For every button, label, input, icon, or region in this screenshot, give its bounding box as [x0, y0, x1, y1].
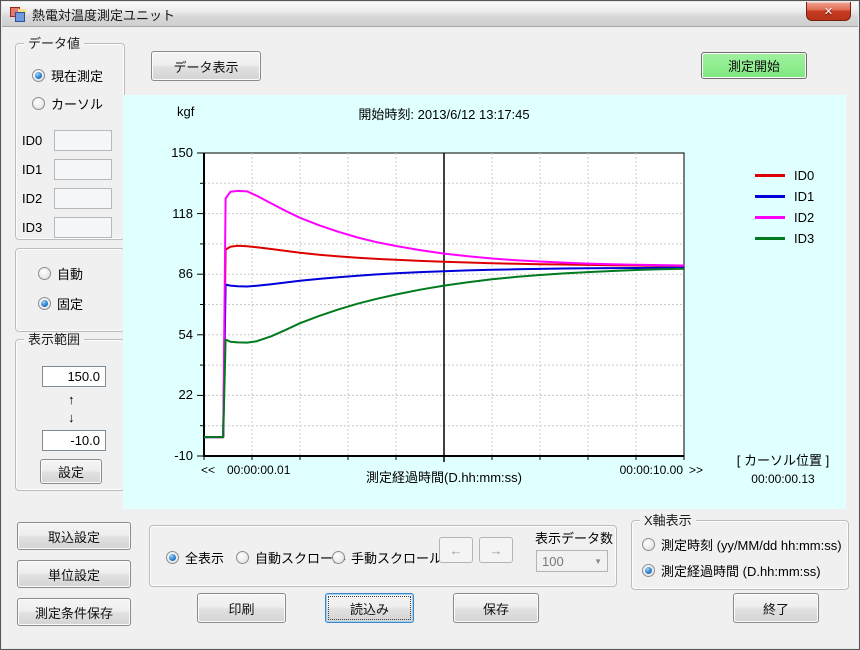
legend-swatch-id0	[755, 174, 785, 177]
legend-entry-id1: ID1	[755, 186, 814, 207]
title-bar[interactable]: 熱電対温度測定ユニット ✕	[2, 2, 858, 27]
radio-show-all[interactable]: 全表示	[166, 548, 224, 567]
y-axis-tick-label: 150	[151, 145, 193, 160]
data-count-dropdown[interactable]: 100 ▼	[536, 550, 608, 572]
id2-value-field[interactable]	[54, 188, 112, 209]
radio-manual-scroll[interactable]: 手動スクロール	[332, 548, 442, 567]
id1-label: ID1	[22, 162, 42, 177]
y-axis-tick-label: 118	[151, 206, 193, 221]
radio-fixed-scale[interactable]: 固定	[38, 294, 83, 313]
scroll-mode-group: 全表示 自動スクロール 手動スクロール ← → 表示データ数 100 ▼	[149, 525, 617, 587]
data-value-group-title: データ値	[24, 36, 84, 51]
close-icon: ✕	[824, 5, 833, 18]
legend-swatch-id1	[755, 195, 785, 198]
cursor-readout: [ カーソル位置 ] 00:00:00.13	[721, 450, 845, 486]
id3-label: ID3	[22, 220, 42, 235]
data-count-label: 表示データ数	[535, 528, 613, 547]
scroll-right-control[interactable]: >>	[689, 463, 703, 477]
radio-icon	[332, 551, 345, 564]
id1-value-field[interactable]	[54, 159, 112, 180]
radio-icon	[32, 69, 45, 82]
legend-swatch-id2	[755, 216, 785, 219]
print-button[interactable]: 印刷	[197, 593, 286, 623]
display-range-group: 表示範囲 150.0 ↑ ↓ -10.0 設定	[15, 339, 125, 491]
y-axis-tick-label: 22	[151, 387, 193, 402]
range-set-button[interactable]: 設定	[40, 459, 102, 484]
range-down-arrow: ↓	[68, 410, 75, 425]
exit-button[interactable]: 終了	[733, 593, 819, 623]
radio-current-measure[interactable]: 現在測定	[32, 66, 103, 85]
x-axis-display-group: X軸表示 測定時刻 (yy/MM/dd hh:mm:ss) 測定経過時間 (D.…	[631, 520, 849, 590]
unit-label: kgf	[177, 104, 194, 119]
save-conditions-button[interactable]: 測定条件保存	[17, 598, 131, 626]
radio-icon	[642, 538, 655, 551]
cursor-position-value: 00:00:00.13	[721, 472, 845, 486]
range-min-field[interactable]: -10.0	[42, 430, 106, 451]
data-value-group: データ値 現在測定 カーソル ID0 ID1 ID2 ID3	[15, 43, 125, 240]
window-title: 熱電対温度測定ユニット	[32, 5, 175, 24]
save-button[interactable]: 保存	[453, 593, 539, 623]
close-button[interactable]: ✕	[806, 2, 851, 21]
app-window: 熱電対温度測定ユニット ✕ データ表示 測定開始 データ値 現在測定 カーソル …	[0, 0, 860, 650]
id0-value-field[interactable]	[54, 130, 112, 151]
id3-value-field[interactable]	[54, 217, 112, 238]
unit-settings-button[interactable]: 単位設定	[17, 560, 131, 588]
radio-cursor[interactable]: カーソル	[32, 94, 103, 113]
measure-start-button[interactable]: 測定開始	[701, 52, 807, 79]
legend-entry-id2: ID2	[755, 207, 814, 228]
radio-icon	[38, 297, 51, 310]
scroll-right-button[interactable]: →	[479, 537, 513, 563]
radio-elapsed-time[interactable]: 測定経過時間 (D.hh:mm:ss)	[642, 561, 821, 580]
range-up-arrow: ↑	[68, 392, 75, 407]
measurement-chart[interactable]	[123, 95, 846, 509]
app-icon	[10, 7, 26, 21]
radio-auto-scale[interactable]: 自動	[38, 264, 83, 283]
legend-entry-id3: ID3	[755, 228, 814, 249]
x-axis-end-label: 00:00:10.00	[583, 463, 683, 477]
radio-measure-time[interactable]: 測定時刻 (yy/MM/dd hh:mm:ss)	[642, 535, 842, 554]
y-axis-tick-label: 54	[151, 327, 193, 342]
display-range-group-title: 表示範囲	[24, 332, 84, 347]
chart-legend: ID0 ID1 ID2 ID3	[755, 165, 814, 249]
cursor-position-caption: [ カーソル位置 ]	[721, 450, 845, 469]
y-axis-tick-label: -10	[151, 448, 193, 463]
id0-label: ID0	[22, 133, 42, 148]
id2-label: ID2	[22, 191, 42, 206]
load-button[interactable]: 読込み	[325, 593, 414, 623]
radio-icon	[236, 551, 249, 564]
legend-swatch-id3	[755, 237, 785, 240]
legend-entry-id0: ID0	[755, 165, 814, 186]
radio-icon	[32, 97, 45, 110]
radio-icon	[38, 267, 51, 280]
x-axis-display-group-title: X軸表示	[640, 513, 696, 528]
start-time-label: 開始時刻: 2013/6/12 13:17:45	[204, 104, 684, 123]
data-display-button[interactable]: データ表示	[151, 51, 261, 81]
y-axis-tick-label: 86	[151, 266, 193, 281]
radio-icon	[642, 564, 655, 577]
chevron-down-icon: ▼	[594, 557, 602, 566]
capture-settings-button[interactable]: 取込設定	[17, 522, 131, 550]
radio-auto-scroll[interactable]: 自動スクロール	[236, 548, 346, 567]
scale-mode-group: 自動 固定	[15, 248, 125, 332]
chart-panel: kgf 開始時刻: 2013/6/12 13:17:45 150 118 86 54 2…	[123, 95, 846, 509]
radio-icon	[166, 551, 179, 564]
scroll-left-button[interactable]: ←	[439, 537, 473, 563]
range-max-field[interactable]: 150.0	[42, 366, 106, 387]
